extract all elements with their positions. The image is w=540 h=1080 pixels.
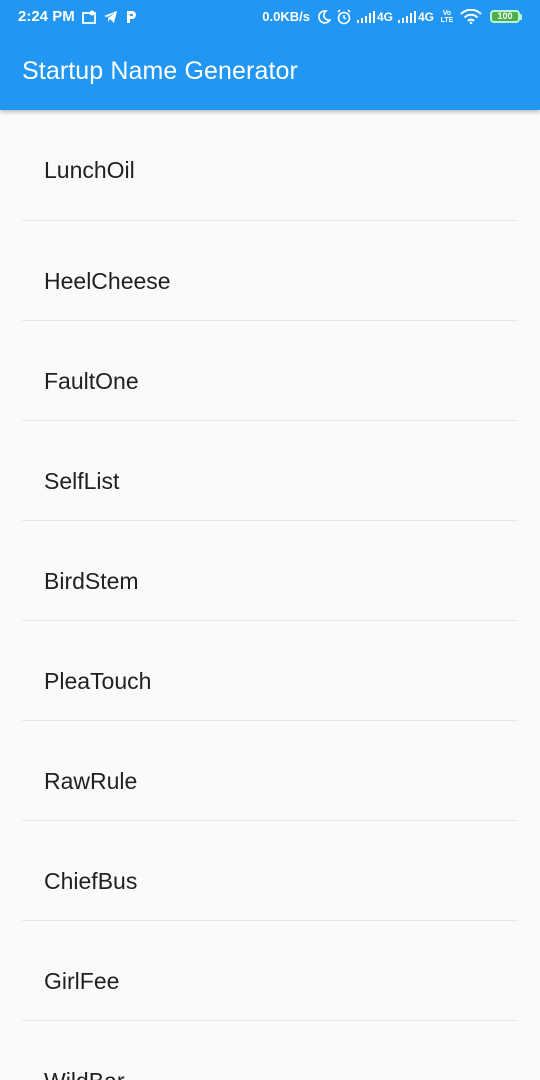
list-item-label: HeelCheese	[44, 268, 171, 294]
list-item-label: LunchOil	[44, 157, 135, 183]
list-item[interactable]: HeelCheese	[0, 221, 540, 320]
moon-icon	[317, 9, 331, 24]
list-item-label: FaultOne	[44, 368, 139, 394]
page-title: Startup Name Generator	[22, 57, 298, 85]
list-item[interactable]: LunchOil	[0, 110, 540, 220]
status-bar-right: 0.0KB/s 4G 4G Vo LTE 100	[257, 8, 522, 25]
network-speed: 0.0KB/s	[262, 9, 310, 24]
list-item-label: ChiefBus	[44, 868, 138, 894]
list-item[interactable]: WildBar	[0, 1021, 540, 1080]
list-item-label: RawRule	[44, 768, 138, 794]
list-item-label: GirlFee	[44, 968, 120, 994]
list-item[interactable]: ChiefBus	[0, 821, 540, 920]
paytm-icon	[125, 10, 137, 24]
app-bar: Startup Name Generator	[0, 33, 540, 110]
alarm-icon	[336, 8, 352, 25]
list-item[interactable]: FaultOne	[0, 321, 540, 420]
list-item[interactable]: RawRule	[0, 721, 540, 820]
list-item[interactable]: PleaTouch	[0, 621, 540, 720]
map-notification-icon	[81, 10, 96, 24]
volte-label: Vo LTE	[440, 9, 454, 24]
signal-icon	[356, 10, 375, 23]
list-item[interactable]: GirlFee	[0, 921, 540, 1020]
list-item[interactable]: SelfList	[0, 421, 540, 520]
list-item-label: PleaTouch	[44, 668, 152, 694]
list-item-label: SelfList	[44, 468, 120, 494]
list-item-label: BirdStem	[44, 568, 139, 594]
wifi-icon	[460, 9, 482, 24]
list-item[interactable]: BirdStem	[0, 521, 540, 620]
network-type-label: 4G	[376, 9, 393, 24]
status-time: 2:24 PM	[18, 8, 75, 25]
battery-level: 100	[490, 10, 520, 23]
list-item-label: WildBar	[44, 1068, 125, 1080]
status-bar-left: 2:24 PM	[18, 8, 144, 25]
battery-icon: 100	[490, 10, 522, 23]
startup-name-list[interactable]: LunchOil HeelCheese FaultOne SelfList Bi…	[0, 110, 540, 1080]
status-bar: 2:24 PM 0.0KB/s 4G 4G Vo LTE 100	[0, 0, 540, 33]
signal-icon	[397, 10, 416, 23]
network-type-label: 4G	[417, 9, 434, 24]
telegram-icon	[103, 10, 118, 24]
